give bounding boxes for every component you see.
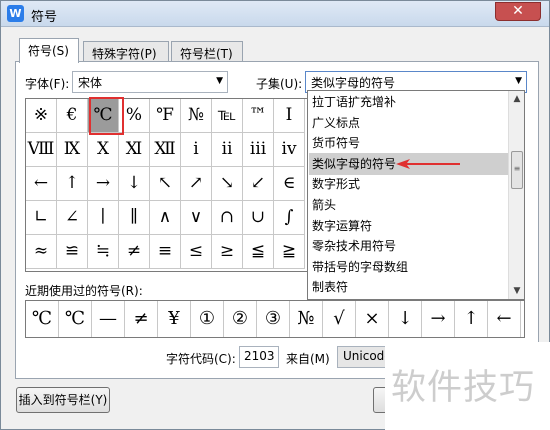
symbol-cell[interactable]: Ⅰ bbox=[274, 99, 305, 133]
symbol-cell[interactable]: ※ bbox=[26, 99, 57, 133]
recent-symbol-cell[interactable]: √ bbox=[323, 301, 356, 337]
subset-option[interactable]: 货币符号 bbox=[309, 132, 511, 154]
symbol-cell[interactable]: ↑ bbox=[57, 167, 88, 201]
recent-symbols-row: ℃ ℃ — ≠ ¥ ① ② ③ № √ × ↓ → ↑ ← bbox=[25, 300, 525, 338]
watermark-text: 软件技巧 bbox=[391, 368, 536, 408]
symbol-cell[interactable]: ∣ bbox=[88, 201, 119, 235]
symbol-cell[interactable]: ∨ bbox=[181, 201, 212, 235]
subset-option[interactable]: 制表符 bbox=[309, 276, 511, 298]
symbol-cell[interactable]: Ⅷ bbox=[26, 133, 57, 167]
symbol-cell[interactable]: € bbox=[57, 99, 88, 133]
symbol-cell[interactable]: ⅰ bbox=[181, 133, 212, 167]
symbol-cell[interactable]: ≡ bbox=[150, 235, 181, 269]
recent-symbol-cell[interactable]: ℃ bbox=[59, 301, 92, 337]
recent-symbol-cell[interactable]: ③ bbox=[257, 301, 290, 337]
symbol-cell[interactable]: ≌ bbox=[57, 235, 88, 269]
symbol-cell[interactable]: ℡ bbox=[212, 99, 243, 133]
symbol-cell[interactable]: ⅱ bbox=[212, 133, 243, 167]
symbol-dialog: W 符号 ✕ 符号(S) 特殊字符(P) 符号栏(T) 字体(F): 宋体 ▼ … bbox=[0, 0, 550, 430]
from-label: 来自(M) bbox=[286, 352, 330, 366]
char-code-input[interactable]: 2103 bbox=[239, 346, 279, 368]
subset-option[interactable]: 数字形式 bbox=[309, 173, 511, 195]
symbol-cell[interactable]: ← bbox=[26, 167, 57, 201]
font-select[interactable]: 宋体 ▼ bbox=[72, 71, 228, 93]
symbol-cell[interactable]: ∫ bbox=[274, 201, 305, 235]
recent-symbol-cell[interactable]: ← bbox=[488, 301, 521, 337]
recent-symbol-cell[interactable]: ↓ bbox=[389, 301, 422, 337]
subset-option[interactable]: 带括号的字母数组 bbox=[309, 256, 511, 278]
symbol-cell[interactable]: Ⅺ bbox=[119, 133, 150, 167]
symbol-cell[interactable]: Ⅹ bbox=[88, 133, 119, 167]
subset-option[interactable]: 数字运算符 bbox=[309, 215, 511, 237]
recent-symbol-cell[interactable]: — bbox=[92, 301, 125, 337]
subset-dropdown-list: 拉丁语扩充增补 广义标点 货币符号 类似字母的符号 数字形式 箭头 数字运算符 零杂技术用符号… bbox=[307, 90, 525, 300]
font-label: 字体(F): bbox=[25, 77, 70, 91]
chevron-down-icon: ▼ bbox=[216, 76, 223, 86]
symbol-cell[interactable]: ↘ bbox=[212, 167, 243, 201]
tab-symbols[interactable]: 符号(S) bbox=[19, 38, 79, 63]
dialog-title: 符号 bbox=[31, 10, 58, 25]
symbol-cell[interactable]: ™ bbox=[243, 99, 274, 133]
symbol-cell[interactable]: Ⅻ bbox=[150, 133, 181, 167]
symbol-cell[interactable]: ∈ bbox=[274, 167, 305, 201]
recent-symbol-cell[interactable]: ① bbox=[191, 301, 224, 337]
char-code-label: 字符代码(C): bbox=[166, 352, 236, 366]
symbol-cell[interactable]: № bbox=[181, 99, 212, 133]
symbol-cell[interactable]: ≠ bbox=[119, 235, 150, 269]
symbol-cell[interactable]: ≤ bbox=[181, 235, 212, 269]
recent-symbol-cell[interactable]: → bbox=[422, 301, 455, 337]
symbol-cell[interactable]: ∥ bbox=[119, 201, 150, 235]
font-select-value: 宋体 bbox=[78, 76, 103, 90]
close-button[interactable]: ✕ bbox=[495, 2, 541, 21]
recent-symbol-cell[interactable]: № bbox=[290, 301, 323, 337]
symbol-cell[interactable]: ↓ bbox=[119, 167, 150, 201]
symbol-grid: ※ € ℃% ℉ № ℡ ™ Ⅰ Ⅷ Ⅸ Ⅹ Ⅺ Ⅻⅰ ⅱ ⅲ ⅳ ← ↑ → ↓ ↖ ↗ ↘ ↙ ∈ ∟ ∠ ∣ ∥ ∧ ∨ ∩ ∪ ∫ ≈ ≌ ≒ ≠… bbox=[25, 98, 309, 272]
symbol-cell[interactable]: ≥ bbox=[212, 235, 243, 269]
symbol-cell[interactable]: ↗ bbox=[181, 167, 212, 201]
dropdown-scrollbar[interactable]: ▲ ≡ ▼ bbox=[508, 91, 524, 299]
symbol-cell[interactable]: ∪ bbox=[243, 201, 274, 235]
title-bar: W 符号 ✕ bbox=[1, 1, 549, 27]
recent-symbol-cell[interactable]: ② bbox=[224, 301, 257, 337]
recent-symbol-cell[interactable]: ≠ bbox=[125, 301, 158, 337]
selected-symbol-highlight bbox=[89, 97, 124, 135]
chevron-down-icon: ▼ bbox=[515, 76, 522, 86]
scroll-thumb[interactable]: ≡ bbox=[511, 151, 523, 189]
recent-symbol-cell[interactable]: ¥ bbox=[158, 301, 191, 337]
subset-option[interactable]: 零杂技术用符号 bbox=[309, 235, 511, 257]
subset-select-value: 类似字母的符号 bbox=[311, 76, 396, 90]
symbol-cell[interactable]: ⅲ bbox=[243, 133, 274, 167]
recent-symbol-cell[interactable]: ℃ bbox=[26, 301, 59, 337]
symbol-cell[interactable]: Ⅸ bbox=[57, 133, 88, 167]
wps-app-icon: W bbox=[7, 5, 24, 22]
subset-label: 子集(U): bbox=[256, 77, 303, 91]
symbol-cell[interactable]: ≧ bbox=[274, 235, 305, 269]
symbol-cell[interactable]: ∟ bbox=[26, 201, 57, 235]
symbol-cell[interactable]: ∠ bbox=[57, 201, 88, 235]
subset-option[interactable]: 箭头 bbox=[309, 194, 511, 216]
scroll-down-icon[interactable]: ▼ bbox=[509, 283, 525, 299]
symbol-cell[interactable]: ↙ bbox=[243, 167, 274, 201]
symbol-cell[interactable]: ≈ bbox=[26, 235, 57, 269]
subset-option[interactable]: 广义标点 bbox=[309, 112, 511, 134]
recent-symbol-cell[interactable]: ↑ bbox=[455, 301, 488, 337]
insert-to-symbol-bar-button[interactable]: 插入到符号栏(Y) bbox=[16, 387, 110, 413]
red-arrow-annotation-icon bbox=[396, 159, 460, 169]
recent-symbols-label: 近期使用过的符号(R): bbox=[25, 284, 143, 298]
symbol-cell[interactable]: → bbox=[88, 167, 119, 201]
symbol-cell[interactable]: ∧ bbox=[150, 201, 181, 235]
symbol-cell[interactable]: ≦ bbox=[243, 235, 274, 269]
tab-special-chars[interactable]: 特殊字符(P) bbox=[83, 41, 169, 62]
subset-option[interactable]: 拉丁语扩充增补 bbox=[309, 91, 511, 113]
recent-symbol-cell[interactable]: × bbox=[356, 301, 389, 337]
symbol-cell[interactable]: ∩ bbox=[212, 201, 243, 235]
tab-symbol-bar[interactable]: 符号栏(T) bbox=[171, 41, 243, 62]
symbol-cell[interactable]: ↖ bbox=[150, 167, 181, 201]
symbol-cell[interactable]: ≒ bbox=[88, 235, 119, 269]
symbol-cell[interactable]: ⅳ bbox=[274, 133, 305, 167]
scroll-up-icon[interactable]: ▲ bbox=[509, 91, 525, 107]
symbol-cell[interactable]: ℉ bbox=[150, 99, 181, 133]
